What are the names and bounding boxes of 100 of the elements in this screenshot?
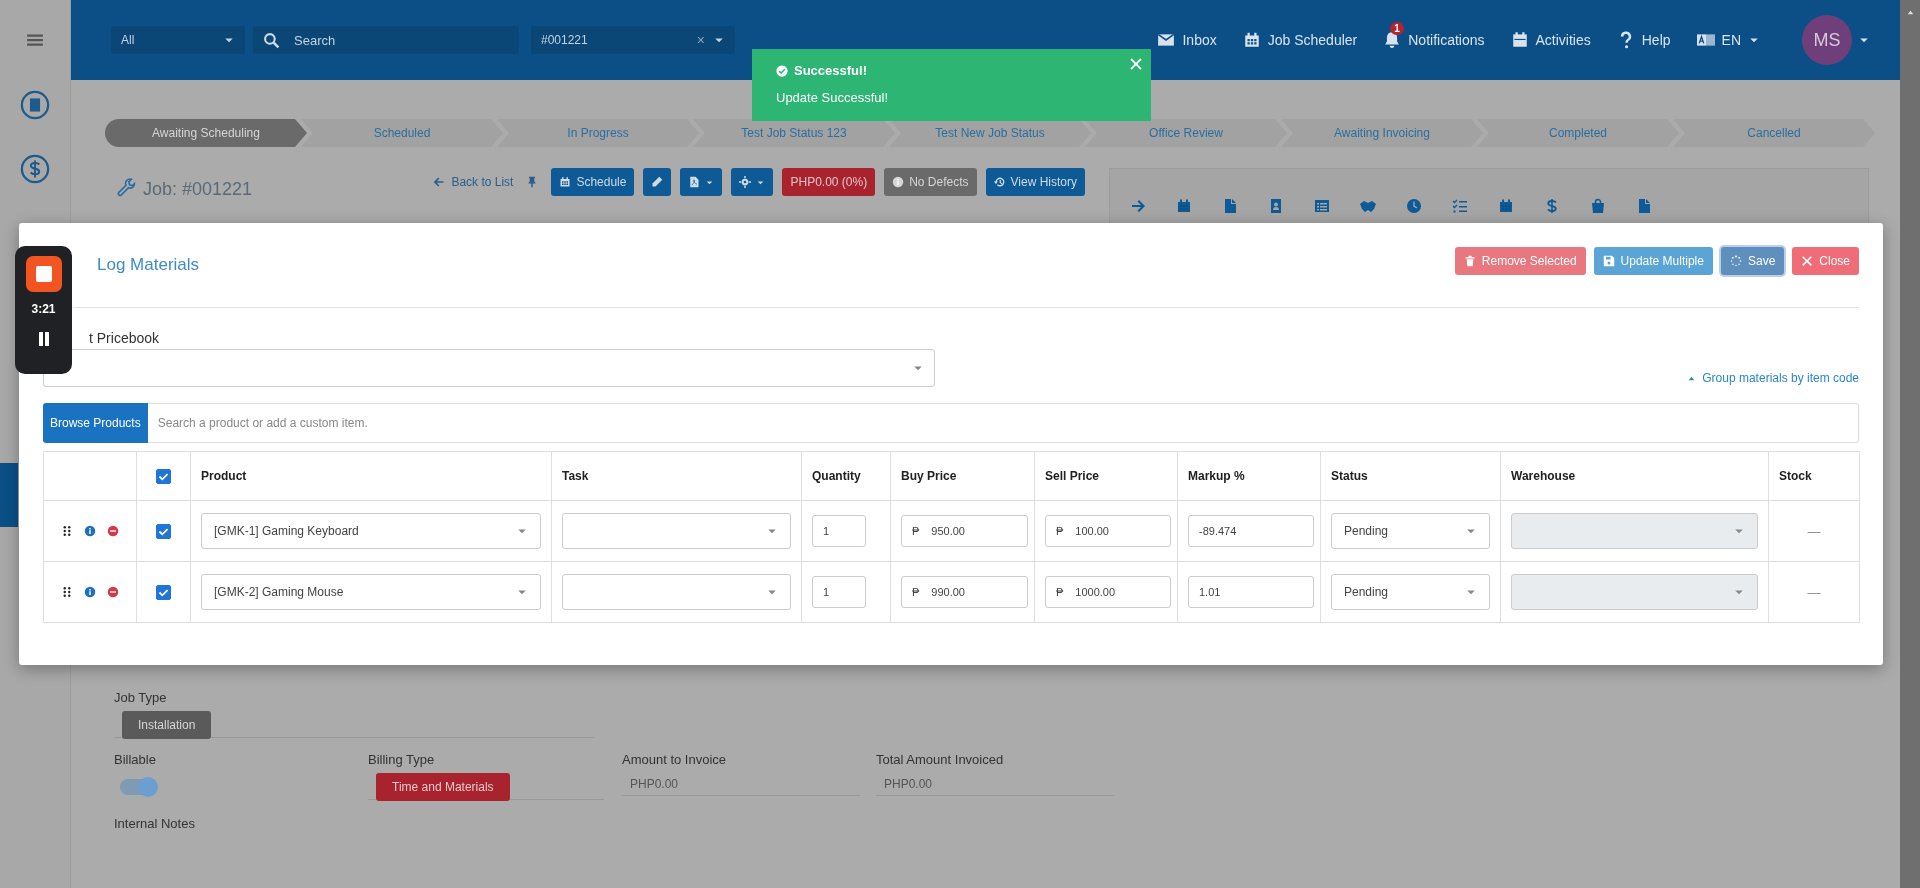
save-icon [1602, 255, 1615, 267]
trash-icon [1463, 255, 1476, 267]
avatar[interactable]: MS [1802, 15, 1852, 65]
column-header: Sell Price [1034, 451, 1178, 501]
scrollbar[interactable] [1900, 0, 1920, 888]
product-search-field[interactable]: Search a product or add a custom item. [147, 403, 1859, 443]
nav-link[interactable]: Help [1616, 19, 1671, 61]
quantity-field[interactable]: 1 [812, 576, 866, 608]
column-header: Buy Price [890, 451, 1035, 501]
defects-button[interactable]: No Defects [884, 168, 977, 196]
nav-link[interactable]: 1 Notifications [1383, 19, 1485, 61]
browse-products-button[interactable]: Browse Products [43, 403, 148, 443]
calendar-icon [1510, 31, 1529, 49]
arrow-left-icon [433, 176, 446, 188]
stock-value: — [1807, 584, 1821, 600]
contact-card-icon[interactable] [1268, 197, 1284, 214]
close-button[interactable]: Close [1792, 247, 1859, 275]
menu-icon[interactable] [26, 31, 44, 49]
row-checkbox[interactable] [156, 585, 171, 601]
calendar-icon[interactable] [1498, 197, 1514, 214]
status-select[interactable]: Pending [1331, 574, 1490, 610]
product-select[interactable]: [GMK-1] Gaming Keyboard [201, 513, 541, 549]
notification-badge: 1 [1390, 22, 1404, 35]
remove-icon[interactable] [107, 525, 119, 537]
job-select[interactable]: #001221 × [531, 26, 735, 54]
remove-icon[interactable] [107, 586, 119, 598]
nav-link[interactable]: Inbox [1157, 19, 1217, 61]
nav-link[interactable]: Activities [1510, 19, 1591, 61]
calendar-icon[interactable] [1176, 197, 1192, 214]
back-link[interactable]: Back to List [433, 175, 514, 189]
pdf-icon [688, 176, 701, 188]
contact-icon[interactable] [20, 90, 50, 120]
buy-price-field[interactable]: ₱ 990.00 [901, 576, 1028, 608]
task-select[interactable] [562, 513, 791, 549]
sell-price-field[interactable]: ₱ 1000.00 [1045, 576, 1171, 608]
markup-field[interactable]: 1.01 [1188, 576, 1314, 608]
clock-icon[interactable] [1406, 197, 1422, 214]
pdf-button[interactable] [680, 168, 723, 196]
envelope-icon [1157, 31, 1176, 49]
info-icon[interactable] [84, 586, 96, 598]
group-materials-link[interactable]: Group materials by item code [1687, 371, 1859, 385]
dollar-icon[interactable] [20, 154, 50, 184]
edit-button[interactable] [643, 168, 672, 196]
quantity-field[interactable]: 1 [812, 515, 866, 547]
scope-select[interactable]: All [111, 26, 245, 54]
amount-button[interactable]: PHP0.00 (0%) [782, 168, 876, 196]
column-header: Quantity [801, 451, 891, 501]
history-icon [993, 176, 1006, 188]
document-icon[interactable] [1222, 197, 1238, 214]
schedule-button[interactable]: Schedule [551, 168, 635, 196]
markup-field[interactable]: -89.474 [1188, 515, 1314, 547]
arrow-right-icon[interactable] [1130, 197, 1146, 214]
pin-icon[interactable] [526, 176, 539, 188]
column-header: Markup % [1177, 451, 1321, 501]
sell-price-field[interactable]: ₱ 100.00 [1045, 515, 1171, 547]
status-select[interactable]: Pending [1331, 513, 1490, 549]
task-select[interactable] [562, 574, 791, 610]
search-input[interactable]: Search [292, 31, 496, 49]
field-label: Job Type [114, 690, 168, 705]
stop-button[interactable] [25, 256, 62, 292]
column-header: Warehouse [1500, 451, 1769, 501]
calendar-icon [559, 176, 572, 188]
column-header: Product [190, 451, 552, 501]
close-icon[interactable] [1129, 57, 1143, 71]
pricebook-select[interactable] [43, 349, 935, 387]
check-circle-icon [776, 64, 788, 77]
search-field[interactable]: Search [253, 26, 519, 54]
stock-value: — [1807, 523, 1821, 539]
view-history-button[interactable]: View History [985, 168, 1085, 196]
info-icon[interactable] [84, 525, 96, 537]
dollar-icon[interactable] [1544, 197, 1560, 214]
document-icon[interactable] [1636, 197, 1652, 214]
drag-handle-icon[interactable] [61, 525, 73, 537]
remove-selected-button[interactable]: Remove Selected [1454, 247, 1586, 275]
settings-icon [739, 176, 752, 188]
checklist-icon[interactable] [1452, 197, 1468, 214]
update-multiple-button[interactable]: Update Multiple [1593, 247, 1713, 275]
field-label: Internal Notes [114, 816, 196, 831]
save-button[interactable]: Save [1720, 247, 1785, 275]
select-all-checkbox[interactable] [156, 468, 171, 484]
toast-message: Update Successful! [776, 90, 889, 105]
field-label: Billable [114, 752, 157, 767]
product-select[interactable]: [GMK-2] Gaming Mouse [201, 574, 541, 610]
close-icon [1801, 255, 1814, 267]
buy-price-field[interactable]: ₱ 950.00 [901, 515, 1028, 547]
nav-link[interactable]: EN [1696, 19, 1760, 61]
shopping-bag-icon[interactable] [1590, 197, 1606, 214]
row-checkbox[interactable] [156, 524, 171, 540]
column-header: Task [551, 451, 802, 501]
settings-button[interactable] [731, 168, 774, 196]
status-step[interactable]: Awaiting Scheduling [105, 119, 307, 147]
job-type-tag: Installation [122, 711, 212, 739]
list-icon[interactable] [1314, 197, 1330, 214]
search-icon [263, 31, 280, 49]
drag-handle-icon[interactable] [61, 586, 73, 598]
billable-toggle[interactable] [120, 779, 156, 795]
scroll-up-icon[interactable] [1905, 8, 1915, 17]
nav-link[interactable]: Job Scheduler [1242, 19, 1358, 61]
spinner-icon [1729, 255, 1742, 267]
billing-type-tag: Time and Materials [376, 773, 510, 801]
